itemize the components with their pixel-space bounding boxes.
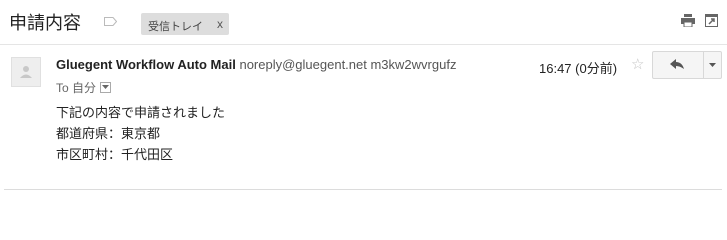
body-line: 市区町村：千代田区 bbox=[56, 147, 174, 162]
message-divider bbox=[4, 189, 722, 190]
more-options-button[interactable] bbox=[704, 52, 721, 78]
label-tag-icon[interactable] bbox=[104, 17, 117, 26]
print-icon[interactable] bbox=[681, 14, 695, 27]
remove-label-button[interactable]: x bbox=[217, 17, 223, 31]
chevron-down-icon bbox=[709, 63, 716, 67]
reply-button-group bbox=[652, 51, 722, 79]
subject-header: 申請内容 受信トレイ x bbox=[0, 0, 727, 44]
star-icon[interactable]: ☆ bbox=[631, 57, 644, 73]
recipient-label: To 自分 bbox=[56, 81, 97, 95]
sender-email: noreply@gluegent.net m3kw2wvrgufz bbox=[239, 57, 457, 72]
body-line: 下記の内容で申請されました bbox=[56, 105, 226, 120]
chevron-down-icon bbox=[102, 85, 110, 89]
body-line: 都道府県：東京都 bbox=[56, 126, 161, 141]
avatar-icon bbox=[20, 66, 32, 78]
sender-email-fade bbox=[470, 55, 500, 75]
sender-avatar[interactable] bbox=[11, 57, 41, 87]
email-subject: 申請内容 bbox=[9, 13, 81, 33]
message-body: 下記の内容で申請されました 都道府県：東京都 市区町村：千代田区 bbox=[56, 102, 225, 165]
sender-line: Gluegent Workflow Auto Mail noreply@glue… bbox=[56, 57, 456, 72]
inbox-label-text: 受信トレイ bbox=[148, 21, 203, 33]
header-divider bbox=[0, 44, 727, 45]
show-details-button[interactable] bbox=[100, 82, 112, 93]
recipient-line: To 自分 bbox=[56, 79, 112, 96]
reply-button[interactable] bbox=[653, 52, 703, 78]
new-window-icon[interactable] bbox=[705, 14, 718, 27]
reply-arrow-icon bbox=[670, 59, 684, 69]
sender-name[interactable]: Gluegent Workflow Auto Mail bbox=[56, 57, 236, 72]
message-time: 16:47 (0分前) bbox=[539, 61, 618, 76]
inbox-label-chip[interactable]: 受信トレイ x bbox=[141, 13, 229, 35]
